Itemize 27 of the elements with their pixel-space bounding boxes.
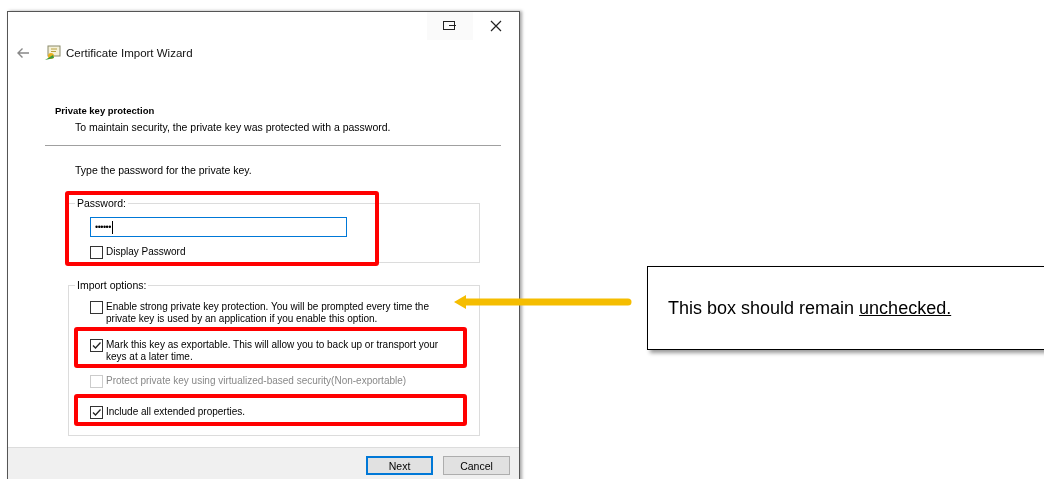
checkmark-icon xyxy=(91,407,102,418)
checkbox-label: Include all extended properties. xyxy=(106,406,246,418)
checkbox[interactable] xyxy=(90,339,103,352)
checkbox-label: Mark this key as exportable. This will allow you to back up or transport your keys at a later time. xyxy=(106,339,440,363)
checkmark-icon xyxy=(91,340,102,351)
next-button[interactable]: Next xyxy=(366,456,433,475)
checkbox-label: Protect private key using virtualized-based security(Non-exportable) xyxy=(106,375,408,387)
checkbox-label: Display Password xyxy=(106,246,187,258)
section-description: To maintain security, the private key was protected with a password. xyxy=(74,121,392,133)
section-heading: Private key protection xyxy=(55,105,156,117)
close-icon xyxy=(490,20,502,32)
checkbox[interactable] xyxy=(90,406,103,419)
certificate-icon xyxy=(44,44,62,62)
restore-button[interactable] xyxy=(427,12,473,40)
checkbox[interactable] xyxy=(90,246,103,259)
back-button[interactable] xyxy=(16,47,30,59)
checkbox[interactable] xyxy=(90,301,103,314)
group-label: Password: xyxy=(75,197,129,209)
window-icon xyxy=(443,21,457,31)
back-arrow-icon xyxy=(16,47,30,59)
callout-note: This box should remain unchecked. xyxy=(647,266,1044,350)
checkbox-label: Enable strong private key protection. You will be prompted every time the private key is used by an application if you enable this option. xyxy=(106,301,430,325)
cancel-button[interactable]: Cancel xyxy=(443,456,510,475)
password-field[interactable]: •••••• xyxy=(90,217,347,237)
group-label: Import options: xyxy=(75,279,149,291)
instruction-text: Type the password for the private key. xyxy=(75,164,253,176)
window-title: Certificate Import Wizard xyxy=(66,47,193,59)
